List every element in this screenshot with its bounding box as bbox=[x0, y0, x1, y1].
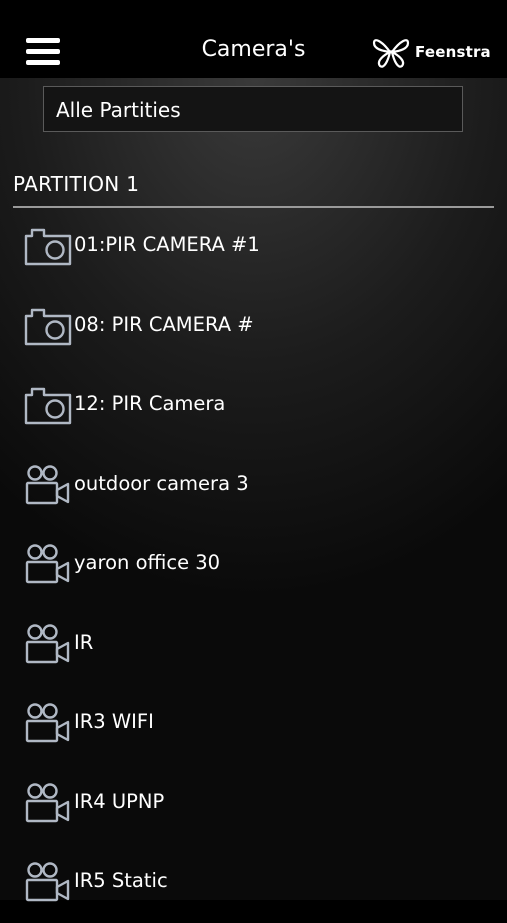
camera-list-item[interactable]: IR bbox=[0, 606, 507, 685]
brand-logo: Feenstra bbox=[372, 35, 491, 69]
video-camera-icon bbox=[24, 464, 72, 506]
camera-name: 08: PIR CAMERA # bbox=[74, 312, 254, 336]
camera-name: IR4 UPNP bbox=[74, 789, 165, 813]
page-title: Camera's bbox=[201, 37, 306, 62]
camera-name: outdoor camera 3 bbox=[74, 471, 249, 495]
camera-list-item[interactable]: outdoor camera 3 bbox=[0, 447, 507, 526]
video-camera-icon bbox=[24, 623, 72, 665]
section-title: PARTITION 1 bbox=[13, 172, 140, 196]
camera-list-item[interactable]: 12: PIR Camera bbox=[0, 367, 507, 446]
partition-filter-value: Alle Partities bbox=[56, 98, 181, 122]
camera-name: IR3 WIFI bbox=[74, 710, 154, 733]
camera-name: yaron office 30 bbox=[74, 551, 221, 574]
butterfly-logo-icon bbox=[372, 39, 410, 68]
video-camera-icon bbox=[24, 782, 72, 824]
camera-name: IR bbox=[74, 630, 94, 654]
hamburger-icon-line bbox=[26, 49, 60, 54]
hamburger-icon bbox=[26, 38, 60, 43]
video-camera-icon bbox=[24, 861, 72, 903]
camera-list-item[interactable]: yaron office 30 bbox=[0, 526, 507, 605]
video-camera-icon bbox=[24, 702, 72, 744]
still-camera-icon bbox=[24, 305, 72, 347]
camera-list-item[interactable]: IR4 UPNP bbox=[0, 765, 507, 844]
hamburger-icon-line bbox=[26, 60, 60, 65]
camera-name: IR5 Static bbox=[74, 869, 168, 892]
top-bar: Camera's Feenstra bbox=[0, 0, 507, 78]
hamburger-menu-button[interactable] bbox=[26, 38, 60, 66]
video-camera-icon bbox=[24, 543, 72, 585]
camera-list-item[interactable]: 01:PIR CAMERA #1 bbox=[0, 208, 507, 287]
still-camera-icon bbox=[24, 384, 72, 426]
camera-list-item[interactable]: IR3 WIFI bbox=[0, 685, 507, 764]
camera-list-item[interactable]: 08: PIR CAMERA # bbox=[0, 288, 507, 367]
camera-name: 12: PIR Camera bbox=[74, 392, 226, 415]
brand-name: Feenstra bbox=[415, 43, 491, 61]
still-camera-icon bbox=[24, 225, 72, 267]
camera-list-item[interactable]: IR5 Static bbox=[0, 844, 507, 923]
camera-name: 01:PIR CAMERA #1 bbox=[74, 233, 260, 256]
partition-filter-dropdown[interactable]: Alle Partities bbox=[43, 86, 463, 132]
camera-list-panel: Alle Partities PARTITION 1 01:PIR CAMERA… bbox=[0, 78, 507, 902]
